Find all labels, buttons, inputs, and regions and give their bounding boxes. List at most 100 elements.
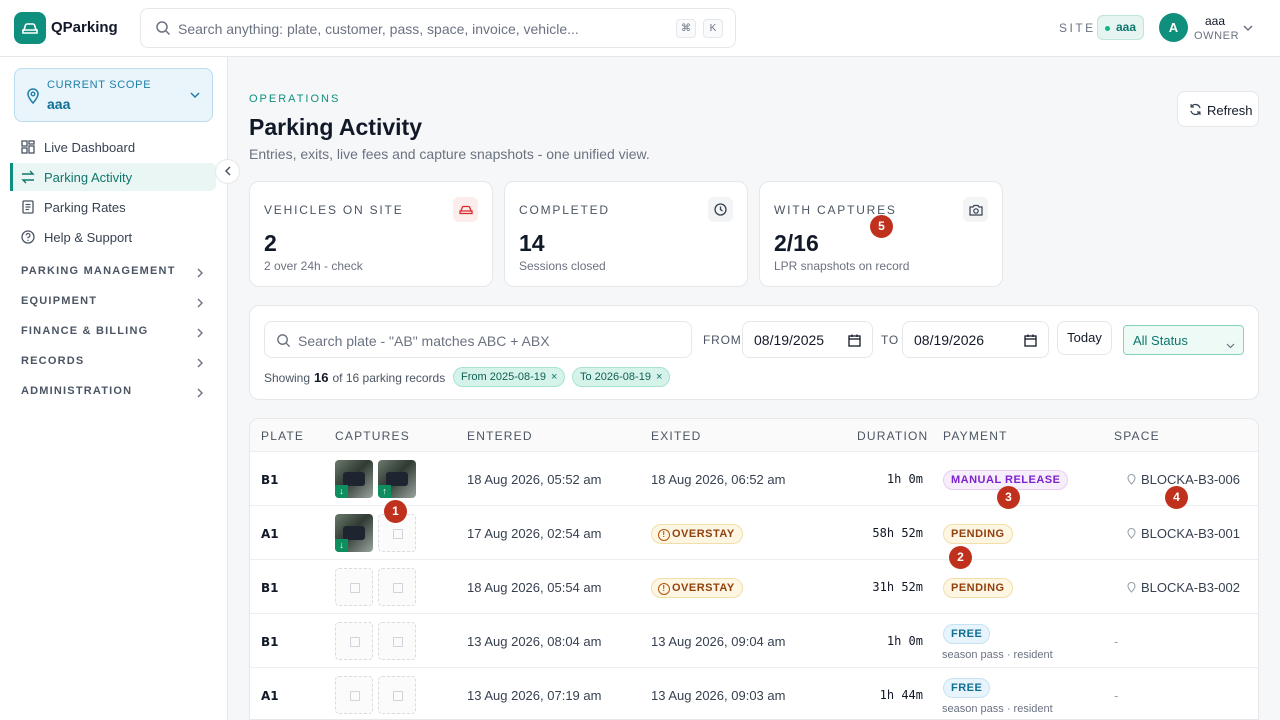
section-label: ADMINISTRATION: [21, 385, 133, 397]
capture-placeholder: [378, 676, 416, 714]
sidebar-item-label: Parking Activity: [44, 170, 133, 185]
site-label: SITE: [1059, 21, 1096, 35]
filter-chip-to[interactable]: To 2026-08-19 ×: [572, 367, 671, 387]
capture-entry-thumbnail[interactable]: ↓: [335, 460, 373, 498]
chip-label: From 2025-08-19: [461, 371, 546, 383]
parking-records-table: PLATE CAPTURES ENTERED EXITED DURATION P…: [249, 418, 1259, 720]
top-bar: QParking Search anything: plate, custome…: [0, 0, 1280, 57]
site-badge[interactable]: aaa: [1097, 15, 1145, 40]
from-date-input[interactable]: 08/19/2025: [742, 321, 873, 358]
sidebar-item-help-support[interactable]: Help & Support: [10, 223, 216, 251]
sidebar-section-parking-management[interactable]: PARKING MANAGEMENT: [21, 265, 209, 283]
plate[interactable]: A1: [261, 689, 279, 703]
space-cell: BLOCKA-B3-002: [1127, 580, 1240, 596]
to-date-input[interactable]: 08/19/2026: [902, 321, 1049, 358]
space-label: BLOCKA-B3-002: [1141, 580, 1240, 595]
calendar-icon[interactable]: [848, 334, 861, 350]
capture-placeholder: [378, 622, 416, 660]
refresh-button[interactable]: Refresh: [1177, 91, 1259, 127]
car-icon: [453, 197, 478, 222]
payment-badge: FREE: [943, 678, 991, 698]
chevron-right-icon: [195, 268, 205, 281]
table-row[interactable]: A1 13 Aug 2026, 07:19 am 13 Aug 2026, 09…: [250, 668, 1258, 719]
annotation-marker-4: 4: [1165, 486, 1188, 509]
table-row[interactable]: B1 18 Aug 2026, 05:54 am OVERSTAY 31h 52…: [250, 560, 1258, 614]
filter-chip-from[interactable]: From 2025-08-19 ×: [453, 367, 566, 387]
column-header-exited[interactable]: EXITED: [651, 429, 702, 443]
sidebar-section-records[interactable]: RECORDS: [21, 355, 209, 373]
stat-label: VEHICLES ON SITE: [264, 203, 404, 217]
map-pin-icon: [1127, 581, 1136, 596]
chevron-down-icon[interactable]: [1242, 22, 1254, 37]
capture-placeholder: [335, 622, 373, 660]
column-header-entered[interactable]: ENTERED: [467, 429, 533, 443]
receipt-icon: [21, 200, 35, 217]
payment-badge: FREE: [943, 624, 991, 644]
section-label: PARKING MANAGEMENT: [21, 265, 176, 277]
global-search-input[interactable]: Search anything: plate, customer, pass, …: [140, 8, 736, 48]
chip-label: To 2026-08-19: [580, 371, 651, 383]
sidebar-section-finance-billing[interactable]: FINANCE & BILLING: [21, 325, 209, 343]
showing-suffix: of 16 parking records: [332, 371, 446, 385]
chevron-right-icon: [195, 298, 205, 311]
swap-icon: [21, 170, 35, 187]
sidebar-section-administration[interactable]: ADMINISTRATION: [21, 385, 209, 403]
capture-placeholder: [335, 568, 373, 606]
avatar[interactable]: A: [1159, 13, 1188, 42]
table-row[interactable]: B1 13 Aug 2026, 08:04 am 13 Aug 2026, 09…: [250, 614, 1258, 668]
scope-label: CURRENT SCOPE: [47, 79, 152, 91]
help-icon: [21, 230, 35, 247]
status-select[interactable]: All Status: [1123, 325, 1244, 355]
plate[interactable]: B1: [261, 473, 279, 487]
close-icon[interactable]: ×: [551, 371, 557, 383]
map-pin-icon: [1127, 527, 1136, 542]
sidebar: CURRENT SCOPE aaa Live Dashboard Parking…: [0, 57, 228, 720]
capture-entry-thumbnail[interactable]: ↓: [335, 514, 373, 552]
plate[interactable]: B1: [261, 635, 279, 649]
search-placeholder: Search anything: plate, customer, pass, …: [178, 21, 579, 37]
plate-search-input[interactable]: Search plate - "AB" matches ABC + ABX: [264, 321, 692, 358]
showing-count: 16: [314, 370, 329, 385]
payment-badge: PENDING: [943, 524, 1013, 544]
column-header-plate[interactable]: PLATE: [261, 429, 304, 443]
sidebar-item-parking-rates[interactable]: Parking Rates: [10, 193, 216, 221]
entered-time: 18 Aug 2026, 05:54 am: [467, 580, 602, 595]
chevron-down-icon: [189, 89, 201, 104]
exited-time: 13 Aug 2026, 09:03 am: [651, 688, 786, 703]
user-role: OWNER: [1194, 30, 1240, 42]
map-pin-icon: [1127, 473, 1136, 488]
space-label: BLOCKA-B3-001: [1141, 526, 1240, 541]
arrow-down-icon: ↓: [335, 539, 348, 552]
today-button[interactable]: Today: [1057, 321, 1112, 355]
stat-value: 2/16: [774, 230, 819, 256]
calendar-icon[interactable]: [1024, 334, 1037, 350]
chevron-left-icon: [223, 164, 233, 179]
to-date-value: 08/19/2026: [914, 332, 985, 348]
clock-icon: [708, 197, 733, 222]
table-row[interactable]: B1 ↓ ↑ 18 Aug 2026, 05:52 am 18 Aug 2026…: [250, 452, 1258, 506]
app-logo-icon[interactable]: [14, 12, 46, 44]
duration: 1h 44m: [879, 688, 923, 702]
sidebar-section-equipment[interactable]: EQUIPMENT: [21, 295, 209, 313]
stat-card-completed: COMPLETED 14 Sessions closed: [504, 181, 748, 287]
column-header-duration[interactable]: DURATION: [857, 429, 928, 443]
duration: 58h 52m: [872, 526, 923, 540]
plate[interactable]: B1: [261, 581, 279, 595]
user-name[interactable]: aaa: [1205, 14, 1225, 28]
sidebar-item-parking-activity[interactable]: Parking Activity: [10, 163, 216, 191]
entered-time: 13 Aug 2026, 07:19 am: [467, 688, 602, 703]
overstay-badge: OVERSTAY: [651, 578, 743, 598]
capture-exit-thumbnail[interactable]: ↑: [378, 460, 416, 498]
column-header-captures[interactable]: CAPTURES: [335, 429, 410, 443]
column-header-payment[interactable]: PAYMENT: [943, 429, 1008, 443]
exited-time: 13 Aug 2026, 09:04 am: [651, 634, 786, 649]
plate[interactable]: A1: [261, 527, 279, 541]
search-icon: [276, 333, 291, 351]
search-icon: [155, 20, 171, 39]
sidebar-collapse-button[interactable]: [215, 159, 240, 184]
space-empty: -: [1114, 688, 1119, 703]
close-icon[interactable]: ×: [656, 371, 662, 383]
sidebar-item-live-dashboard[interactable]: Live Dashboard: [10, 133, 216, 161]
column-header-space[interactable]: SPACE: [1114, 429, 1160, 443]
scope-selector[interactable]: CURRENT SCOPE aaa: [14, 68, 213, 122]
